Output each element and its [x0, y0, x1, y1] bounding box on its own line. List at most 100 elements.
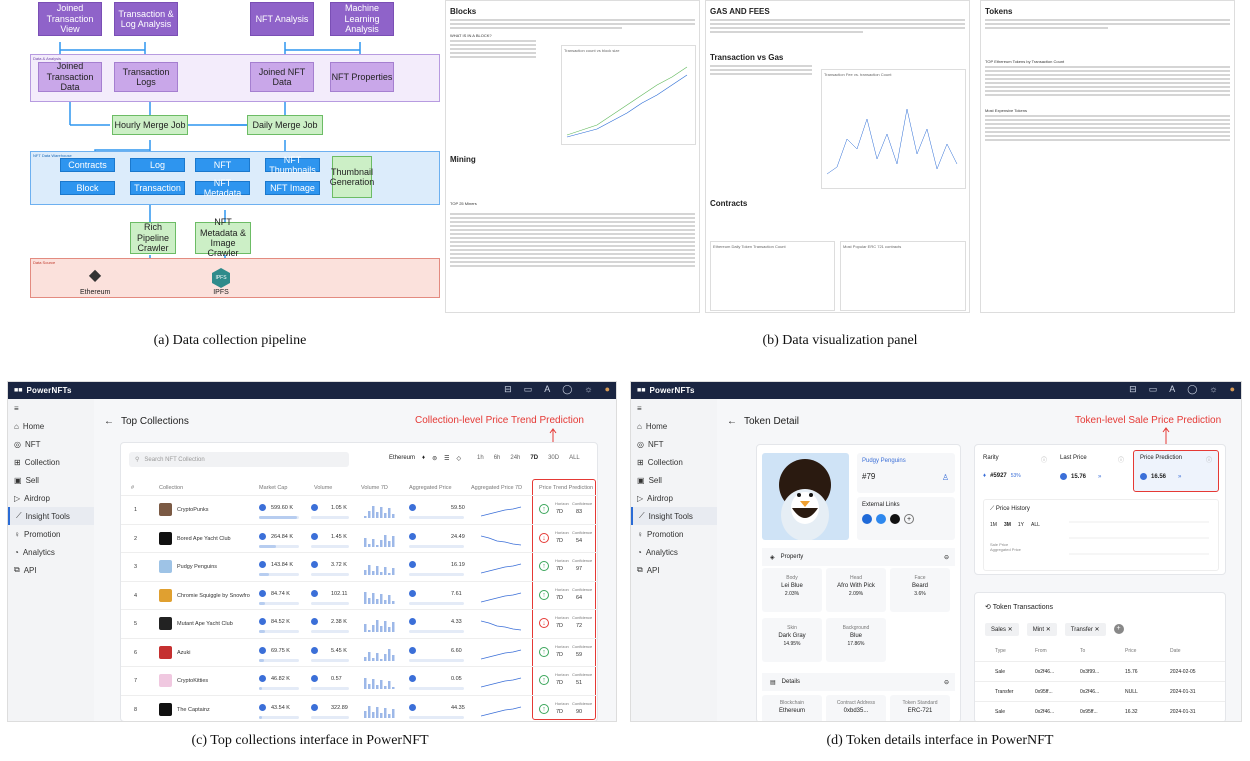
col-volume[interactable]: Volume — [314, 485, 332, 491]
filter-icon[interactable]: ⊜ — [432, 455, 437, 462]
nav-api[interactable]: ⧉ API — [8, 561, 94, 579]
collection-name[interactable]: The Captainz — [177, 707, 210, 713]
table-row[interactable]: 4 Chromie Squiggle by Snowfro 84.74 K 102.1… — [121, 580, 597, 610]
nav-collection[interactable]: ⊞ Collection — [631, 453, 717, 471]
node-contracts: Contracts — [60, 158, 115, 172]
nav-promotion[interactable]: ♀ Promotion — [8, 525, 94, 543]
collapse-icon[interactable]: ⊖ — [944, 679, 949, 686]
nav-home[interactable]: ⌂ Home — [631, 417, 717, 435]
back-button[interactable]: ← — [727, 416, 737, 427]
avatar[interactable]: ● — [605, 384, 610, 395]
filter-sales[interactable]: Sales ✕ — [985, 623, 1019, 636]
info-icon[interactable]: ⓘ — [1206, 455, 1212, 464]
nav-promotion[interactable]: ♀ Promotion — [631, 525, 717, 543]
tx-row[interactable]: Sale 0x2f46... 0x3f99... 15.76 2024-02-05 — [975, 661, 1225, 681]
back-button[interactable]: ← — [104, 416, 114, 427]
filter-mint[interactable]: Mint ✕ — [1026, 623, 1057, 636]
collection-name[interactable]: Pudgy Penguins — [177, 564, 217, 570]
history-range-3m[interactable]: 3M — [1004, 522, 1011, 528]
menu-toggle-icon[interactable]: ≡ — [8, 399, 94, 417]
nav-analytics[interactable]: ◔ Analytics — [631, 543, 717, 561]
nav-api[interactable]: ⧉ API — [631, 561, 717, 579]
details-header[interactable]: ▤ Details ⊖ — [762, 673, 955, 691]
legend-aggregated-price[interactable]: Aggregated Price — [990, 547, 1021, 552]
collection-name[interactable]: Mutant Ape Yacht Club — [177, 621, 233, 627]
table-row[interactable]: 8 The Captainz 43.54 K 322.89 44.35 ↑ Horizon 7… — [121, 694, 597, 722]
col-aggregated-price-7d[interactable]: Aggregated Price 7D — [471, 485, 522, 491]
nav-sell[interactable]: ▣ Sell — [631, 471, 717, 489]
translate-icon[interactable]: A — [1169, 384, 1175, 395]
settings-icon[interactable]: ◇ — [457, 455, 462, 462]
nav-nft[interactable]: ◎ NFT — [631, 435, 717, 453]
add-filter-icon[interactable]: + — [1113, 624, 1124, 634]
nav-insight-tools[interactable]: ⟋ Insight Tools — [8, 507, 94, 525]
opensea-icon[interactable] — [876, 514, 886, 524]
property-header[interactable]: ◈ Property ⊖ — [762, 548, 955, 566]
range-6h[interactable]: 6h — [494, 455, 501, 461]
nav-collection[interactable]: ⊞ Collection — [8, 453, 94, 471]
expand-icon[interactable]: » — [1178, 474, 1181, 480]
info-icon[interactable]: ⓘ — [1118, 455, 1124, 464]
nav-nft[interactable]: ◎ NFT — [8, 435, 94, 453]
property-item[interactable]: Face Beard 3.6% — [890, 568, 950, 612]
col-aggregated-price[interactable]: Aggregated Price — [409, 485, 452, 491]
table-row[interactable]: 1 CryptoPunks 599.60 K 1.05 K 59.50 ↑ Horizon 7… — [121, 495, 597, 524]
wallet-icon[interactable]: ▭ — [1149, 384, 1158, 395]
theme-icon[interactable]: ☼ — [1209, 384, 1217, 395]
owner-icon[interactable]: ♙ — [942, 473, 949, 482]
translate-icon[interactable]: A — [544, 384, 550, 395]
menu-toggle-icon[interactable]: ≡ — [631, 399, 717, 417]
range-24h[interactable]: 24h — [510, 455, 520, 461]
chat-icon[interactable]: ⊟ — [504, 384, 512, 395]
collection-name[interactable]: Azuki — [177, 650, 190, 656]
history-range-all[interactable]: ALL — [1031, 522, 1040, 528]
table-row[interactable]: 5 Mutant Ape Yacht Club 84.52 K 2.38 K 4.33 ↓… — [121, 609, 597, 638]
table-row[interactable]: 2 Bored Ape Yacht Club 264.84 K 1.45 K 24.49… — [121, 523, 597, 553]
range-30d[interactable]: 30D — [548, 455, 559, 461]
table-row[interactable]: 7 CryptoKitties 46.82 K 0.57 0.05 ↑ Horizon 7D C… — [121, 666, 597, 695]
collection-name[interactable]: CryptoPunks — [177, 507, 209, 513]
expand-icon[interactable]: » — [1098, 474, 1101, 480]
table-row[interactable]: 6 Azuki 69.75 K 5.45 K 6.60 ↑ Horizon 7D Confide… — [121, 637, 597, 667]
range-7d[interactable]: 7D — [530, 455, 538, 461]
list-icon[interactable]: ☰ — [444, 455, 449, 462]
history-range-1y[interactable]: 1Y — [1018, 522, 1024, 528]
nav-home[interactable]: ⌂ Home — [8, 417, 94, 435]
property-item[interactable]: Skin Dark Gray 14.95% — [762, 618, 822, 662]
chain-selector[interactable]: Ethereum ♦ ⊜ ☰ ◇ — [389, 455, 461, 462]
tx-row[interactable]: Sale 0x2f46... 0x95ff... 16.32 2024-01-31 — [975, 701, 1225, 721]
filter-transfer[interactable]: Transfer ✕ — [1064, 623, 1106, 636]
history-range-1m[interactable]: 1M — [990, 522, 997, 528]
theme-icon[interactable]: ☼ — [584, 384, 592, 395]
bell-icon[interactable]: ◯ — [1187, 384, 1197, 395]
avatar[interactable]: ● — [1230, 384, 1235, 395]
blur-icon[interactable] — [890, 514, 900, 524]
tx-row[interactable]: Transfer 0x95ff... 0x2f46... NULL 2024-01-31 — [975, 681, 1225, 701]
wallet-icon[interactable]: ▭ — [524, 384, 533, 395]
collapse-icon[interactable]: ⊖ — [944, 554, 949, 561]
collection-name[interactable]: Bored Ape Yacht Club — [177, 536, 231, 542]
nav-analytics[interactable]: ◔ Analytics — [8, 543, 94, 561]
nav-airdrop[interactable]: ▷ Airdrop — [631, 489, 717, 507]
nav-airdrop[interactable]: ▷ Airdrop — [8, 489, 94, 507]
property-item[interactable]: Body Lei Blue 2.03% — [762, 568, 822, 612]
collection-name[interactable]: Chromie Squiggle by Snowfro — [177, 593, 250, 599]
bell-icon[interactable]: ◯ — [562, 384, 572, 395]
chat-icon[interactable]: ⊟ — [1129, 384, 1137, 395]
property-item[interactable]: Background Blue 17.86% — [826, 618, 886, 662]
nav-insight-tools[interactable]: ⟋ Insight Tools — [631, 507, 717, 525]
property-item[interactable]: Head Afro With Pick 2.09% — [826, 568, 886, 612]
collection-name[interactable]: CryptoKitties — [177, 678, 208, 684]
nav-sell[interactable]: ▣ Sell — [8, 471, 94, 489]
range-all[interactable]: ALL — [569, 455, 580, 461]
col-volume-7d[interactable]: Volume 7D — [361, 485, 388, 491]
etherscan-icon[interactable] — [862, 514, 872, 524]
table-row[interactable]: 3 Pudgy Penguins 143.84 K 3.72 K 16.19 ↑ Horiz… — [121, 552, 597, 581]
col-market-cap[interactable]: Market Cap — [259, 485, 287, 491]
add-link-icon[interactable]: + — [904, 514, 914, 524]
range-1h[interactable]: 1h — [477, 455, 484, 461]
search-input[interactable]: ⚲ Search NFT Collection — [129, 452, 349, 467]
collection-name[interactable]: Pudgy Penguins — [862, 458, 950, 464]
info-icon[interactable]: ⓘ — [1041, 455, 1047, 464]
confidence-label: Confidence — [572, 586, 593, 592]
